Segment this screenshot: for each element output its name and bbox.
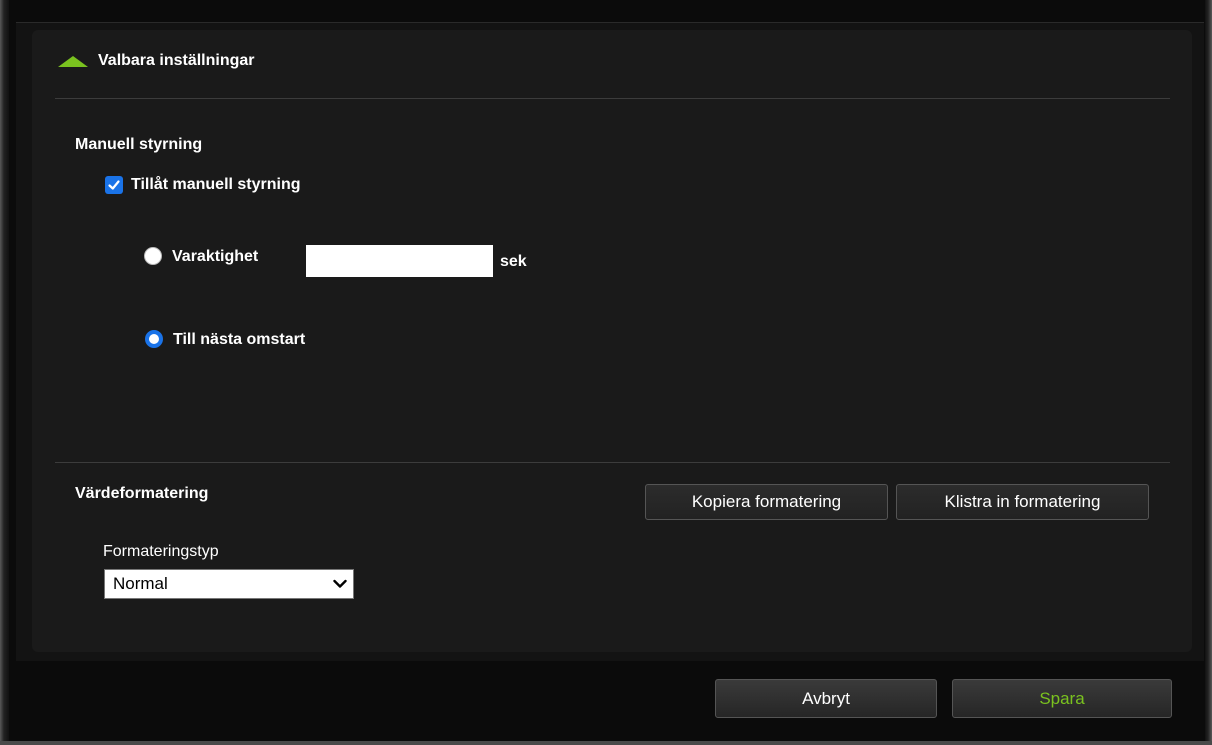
duration-input[interactable] — [306, 245, 493, 277]
save-button[interactable]: Spara — [952, 679, 1172, 718]
dialog-window: Valbara inställningar Manuell styrning T… — [0, 0, 1212, 745]
duration-radio[interactable] — [144, 247, 162, 265]
manual-heading: Manuell styrning — [75, 136, 203, 153]
section-toggle[interactable]: Valbara inställningar — [58, 50, 255, 72]
paste-formatting-button[interactable]: Klistra in formatering — [896, 484, 1149, 520]
window-edge-bottom — [0, 741, 1212, 745]
formatting-heading: Värdeformatering — [75, 485, 209, 502]
restart-radio[interactable] — [145, 330, 163, 348]
divider-top — [55, 98, 1170, 99]
window-edge-right — [1205, 0, 1212, 745]
format-type-select[interactable]: Normal — [104, 569, 354, 599]
section-title: Valbara inställningar — [98, 52, 255, 69]
allow-manual-label: Tillåt manuell styrning — [131, 176, 301, 193]
chevron-down-icon — [333, 579, 347, 589]
format-type-value: Normal — [113, 574, 168, 593]
checkmark-icon — [108, 180, 120, 190]
window-edge-left — [0, 0, 9, 745]
divider-middle — [55, 462, 1170, 463]
duration-label: Varaktighet — [172, 248, 259, 265]
restart-label: Till nästa omstart — [173, 331, 306, 348]
format-type-label: Formateringstyp — [103, 543, 219, 560]
collapse-triangle-icon — [58, 55, 88, 67]
cancel-button[interactable]: Avbryt — [715, 679, 937, 718]
allow-manual-checkbox[interactable] — [105, 176, 123, 194]
copy-formatting-button[interactable]: Kopiera formatering — [645, 484, 888, 520]
duration-unit: sek — [500, 253, 527, 270]
